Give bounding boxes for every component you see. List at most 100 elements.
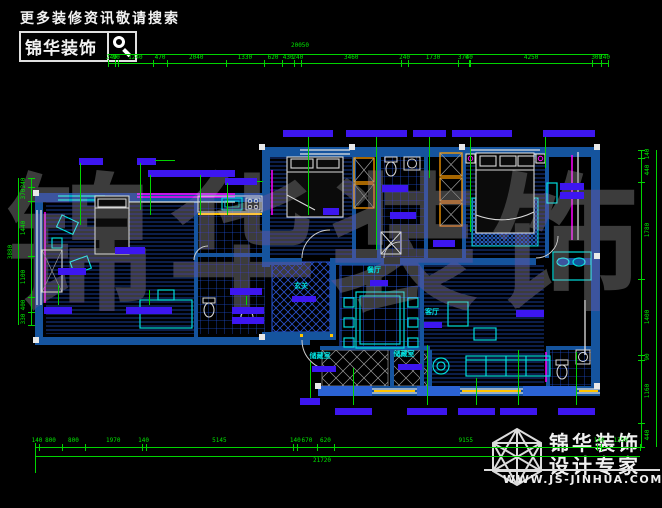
room-label: 储藏室: [310, 351, 331, 361]
callout-bar: [323, 208, 339, 215]
dimension-tick: [638, 360, 645, 361]
dimension-line: [641, 150, 642, 447]
dimension-tick: [28, 201, 35, 202]
leader-line: [518, 350, 519, 405]
dimension-tick: [115, 60, 116, 67]
dimension-label: 1330: [238, 55, 252, 61]
leader-line: [140, 163, 141, 210]
dimension-label: 370: [21, 189, 27, 200]
dimension-tick: [28, 178, 35, 179]
callout-bar: [543, 130, 595, 137]
dimension-line: [108, 63, 608, 64]
dimension-label: 90: [645, 354, 651, 361]
callout-bar: [115, 247, 145, 254]
dimension-line: [35, 443, 36, 473]
room-label-bar: [312, 366, 336, 372]
dimension-tick: [470, 60, 471, 67]
callout-bar: [560, 192, 584, 199]
dimension-tick: [28, 297, 35, 298]
leader-line: [376, 137, 377, 250]
dimension-label: 140: [645, 148, 651, 159]
dimension-label: 1100: [21, 269, 27, 283]
dimension-tick: [638, 182, 645, 183]
dimension-tick: [608, 60, 609, 67]
dimension-line: [35, 456, 640, 457]
callout-bar: [452, 130, 512, 137]
dimension-tick: [28, 325, 35, 326]
dimension-total: 20050: [291, 43, 309, 49]
leader-line: [476, 378, 477, 405]
callout-bar: [407, 408, 447, 415]
leader-line: [150, 175, 151, 215]
dimension-label: 1970: [106, 438, 120, 444]
room-label-bar: [292, 296, 316, 302]
dimension-tick: [638, 447, 645, 448]
callout-bar: [558, 408, 595, 415]
dimension-tick: [146, 444, 147, 451]
dimension-tick: [264, 60, 265, 67]
leader-line: [58, 285, 59, 305]
dimension-layer: 2005024090124047020401330620430240346024…: [0, 0, 662, 508]
dimension-tick: [167, 60, 168, 67]
dimension-label: 1440: [21, 221, 27, 235]
dimension-line: [31, 178, 32, 325]
room-label: 餐厅: [367, 265, 381, 275]
callout-bar: [148, 170, 235, 177]
dimension-label: 240: [21, 177, 27, 188]
dimension-tick: [408, 60, 409, 67]
leader-line: [227, 183, 228, 215]
dimension-label: 800: [68, 438, 79, 444]
room-label: 客厅: [425, 307, 439, 317]
dimension-line: [35, 447, 640, 448]
leader-line: [200, 175, 201, 215]
callout-bar: [283, 130, 333, 137]
dimension-label: 140: [32, 438, 43, 444]
room-label: 玄关: [294, 281, 308, 291]
dimension-total: 21720: [313, 458, 331, 464]
callout-bar: [433, 240, 455, 247]
dimension-tick: [282, 60, 283, 67]
dimension-label: 4250: [524, 55, 538, 61]
callout-bar: [232, 317, 264, 324]
dimension-tick: [85, 444, 86, 451]
dimension-tick: [597, 444, 598, 451]
callout-bar: [560, 183, 584, 190]
callout-bar: [230, 288, 262, 295]
dimension-tick: [638, 158, 645, 159]
dimension-label: 440: [645, 164, 651, 175]
dimension-tick: [118, 60, 119, 67]
leader-line: [310, 362, 311, 398]
dimension-tick: [62, 444, 63, 451]
dimension-label: 1400: [645, 310, 651, 324]
leader-line: [470, 137, 471, 232]
leader-line: [149, 290, 150, 305]
dimension-total: 3880: [8, 244, 14, 258]
callout-bar: [382, 185, 408, 192]
dimension-tick: [293, 444, 294, 451]
dimension-label: 140: [290, 438, 301, 444]
callout-bar: [500, 408, 537, 415]
callout-bar: [300, 398, 320, 405]
callout-bar: [79, 158, 103, 165]
room-label-bar: [424, 322, 442, 328]
dimension-label: 1780: [645, 223, 651, 237]
leader-line: [308, 137, 309, 215]
dimension-tick: [638, 423, 645, 424]
room-label-bar: [370, 280, 388, 286]
leader-line: [257, 181, 263, 182]
dimension-tick: [601, 444, 602, 451]
dimension-label: 800: [45, 438, 56, 444]
dimension-tick: [297, 444, 298, 451]
callout-bar: [126, 307, 172, 314]
dimension-tick: [592, 60, 593, 67]
callout-bar: [413, 130, 446, 137]
callout-bar: [44, 307, 72, 314]
leader-line: [545, 137, 546, 168]
leader-line: [155, 160, 175, 161]
dimension-label: 440: [645, 430, 651, 441]
dimension-label: 140: [138, 438, 149, 444]
leader-line: [246, 296, 247, 305]
dimension-label: 620: [268, 55, 279, 61]
leader-line: [576, 352, 577, 405]
dimension-label: 470: [155, 55, 166, 61]
